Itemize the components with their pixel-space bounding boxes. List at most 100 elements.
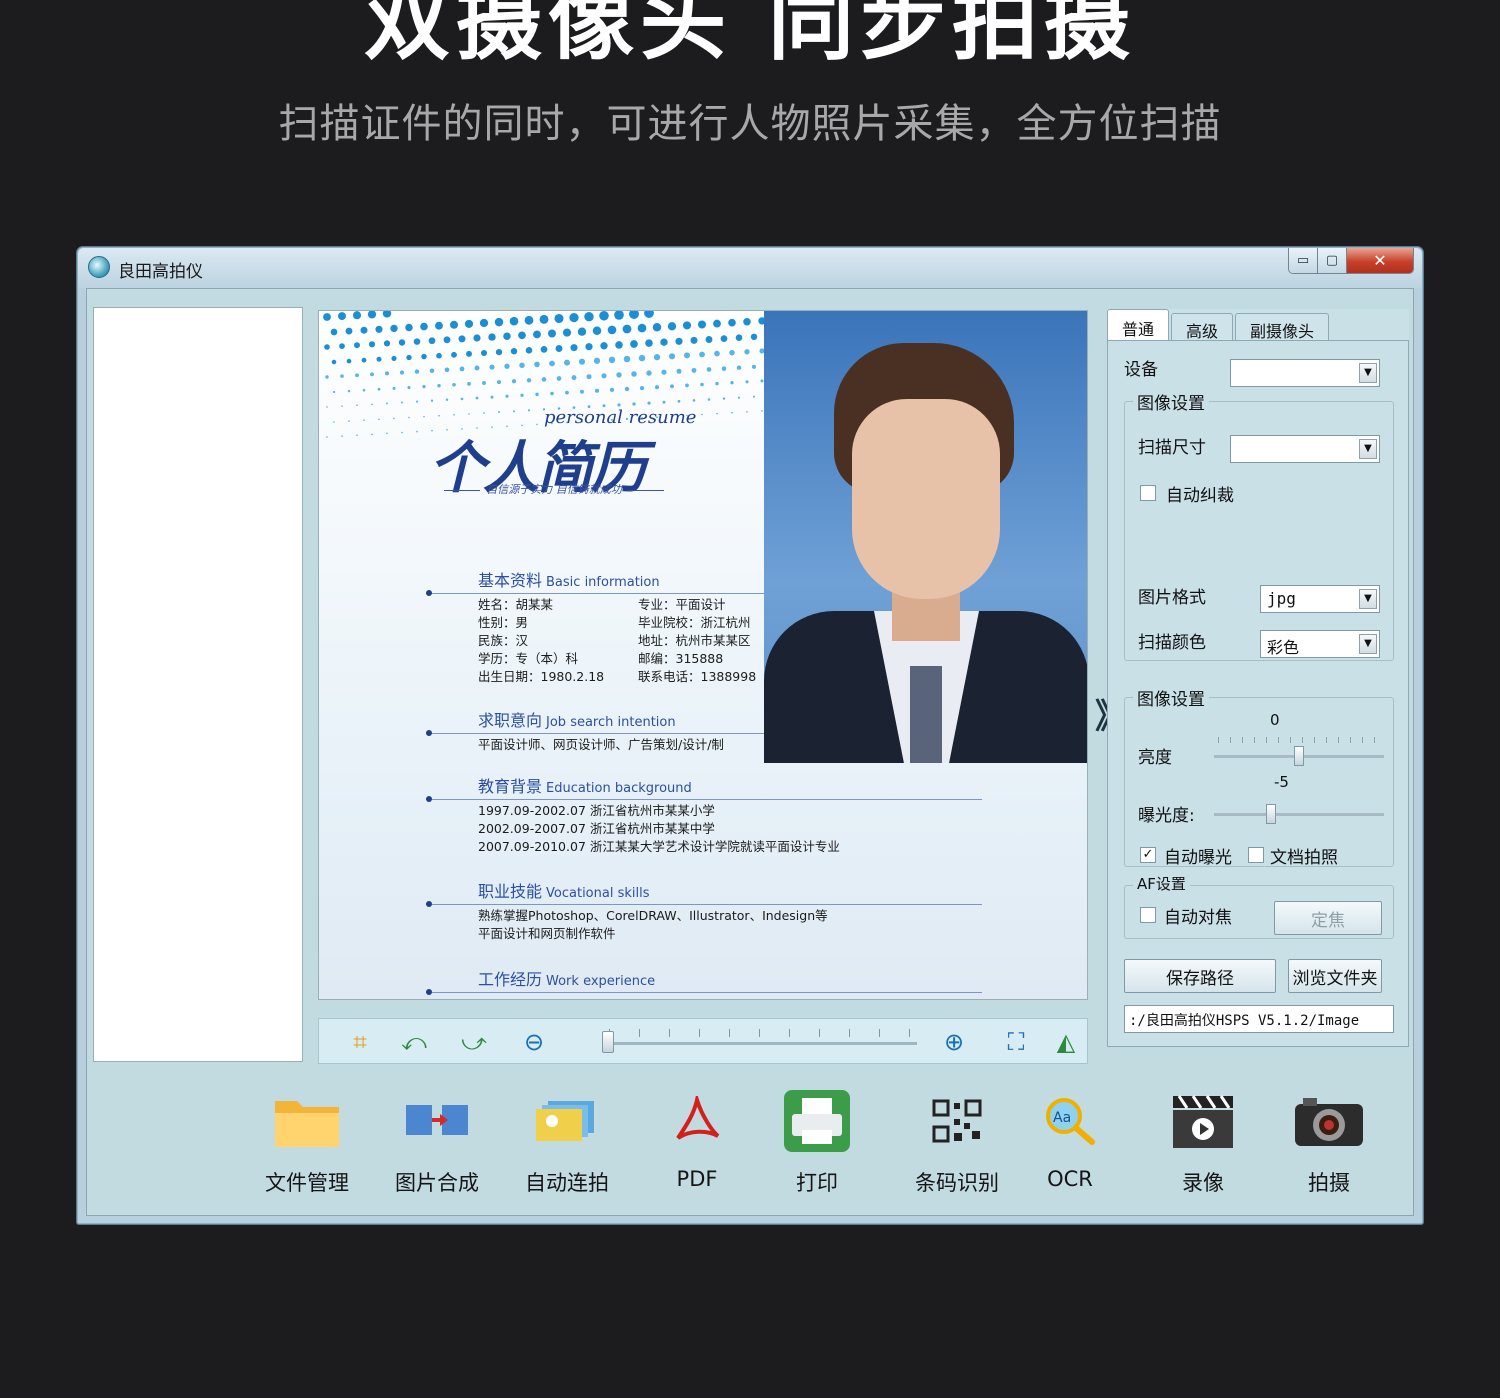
halftone-dot [326, 406, 328, 408]
section-heading-en: Vocational skills [546, 886, 650, 901]
halftone-dot [601, 373, 607, 379]
rotate-right-icon[interactable]: ⤻ [457, 1027, 491, 1057]
viewer-toolbar: ⌗ ⤺ ⤻ ⊖ ⊕ ⛶ ◭ [318, 1018, 1088, 1064]
banner-subline: 扫描证件的同时，可进行人物照片采集，全方位扫描 [278, 101, 1222, 147]
halftone-dot [761, 410, 763, 412]
zoom-slider-track[interactable] [607, 1042, 917, 1045]
group-title: AF设置 [1133, 873, 1190, 894]
zoom-in-icon[interactable]: ⊕ [937, 1027, 971, 1057]
halftone-dot [614, 311, 624, 320]
halftone-dot [600, 342, 608, 350]
halftone-dot [685, 383, 689, 388]
halftone-dot [363, 419, 365, 421]
doc-photo-checkbox[interactable] [1248, 847, 1264, 863]
auto-exposure-checkbox[interactable]: ✓ [1140, 847, 1156, 863]
fixed-focus-button[interactable]: 定焦 [1274, 901, 1382, 935]
halftone-dot [637, 323, 647, 333]
tool-capture[interactable]: 拍摄 [1269, 1089, 1389, 1197]
halftone-dot [480, 349, 488, 357]
halftone-dot [475, 396, 479, 400]
maximize-button[interactable]: ▢ [1318, 248, 1347, 273]
doc-photo-label: 文档拍照 [1270, 848, 1338, 868]
auto-focus-checkbox[interactable] [1140, 907, 1156, 923]
chevron-down-icon: ▼ [1359, 363, 1377, 383]
tool-file-manager[interactable]: 文件管理 [247, 1089, 367, 1197]
tool-video[interactable]: 录像 [1143, 1089, 1263, 1197]
halftone-dot [519, 362, 525, 369]
close-button[interactable]: ✕ [1347, 248, 1413, 273]
settings-tabs: 普通 高级 副摄像头 [1107, 309, 1330, 341]
halftone-dot [654, 385, 660, 390]
halftone-dot [324, 344, 330, 350]
section-heading-en: Basic information [546, 575, 660, 590]
halftone-dot [368, 341, 376, 348]
save-path-button[interactable]: 保存路径 [1124, 959, 1276, 993]
client-area: personal resume 个人简历 自信源于实力 自信铸就成功 基本资料 … [86, 288, 1414, 1216]
minimize-button[interactable]: ▭ [1289, 248, 1318, 273]
rotate-left-icon[interactable]: ⤺ [397, 1027, 431, 1057]
halftone-dot [453, 414, 455, 416]
halftone-dot [592, 326, 602, 336]
tool-image-merge[interactable]: 图片合成 [377, 1089, 497, 1197]
tab-normal[interactable]: 普通 [1107, 309, 1170, 341]
halftone-dot [458, 335, 466, 343]
ocr-icon: Aa [1034, 1089, 1106, 1153]
halftone-dot [452, 383, 456, 387]
halftone-dot [450, 320, 458, 329]
halftone-dot [731, 411, 733, 414]
zoom-out-icon[interactable]: ⊖ [517, 1027, 551, 1057]
video-icon [1167, 1089, 1239, 1153]
halftone-dot [371, 403, 373, 406]
halftone-dot [489, 364, 495, 370]
thumbnail-panel[interactable] [93, 307, 303, 1062]
halftone-dot [646, 370, 652, 376]
zoom-slider-thumb[interactable] [602, 1031, 614, 1053]
device-select[interactable]: ▼ [1230, 359, 1380, 387]
save-path-field[interactable]: :/良田高拍仪HSPS V5.1.2/Image [1124, 1005, 1394, 1033]
halftone-dot [345, 327, 353, 335]
halftone-dot [526, 378, 532, 383]
skill-line: 熟练掌握Photoshop、CorelDRAW、Illustrator、Inde… [478, 908, 828, 923]
halftone-dot [479, 318, 489, 328]
auto-crop-checkbox[interactable] [1140, 485, 1156, 501]
halftone-dot [416, 430, 418, 433]
exposure-slider-thumb[interactable] [1266, 804, 1276, 824]
color-select[interactable]: 彩色 ▼ [1260, 630, 1380, 658]
halftone-dot [639, 385, 645, 391]
halftone-dot [383, 340, 391, 347]
tab-advanced[interactable]: 高级 [1171, 313, 1234, 341]
tool-barcode[interactable]: 条码识别 [897, 1089, 1017, 1197]
folder-icon [271, 1089, 343, 1153]
browse-folder-button[interactable]: 浏览文件夹 [1288, 959, 1382, 993]
tool-print[interactable]: 打印 [757, 1089, 877, 1197]
crop-icon[interactable]: ⌗ [343, 1027, 377, 1057]
halftone-dot [578, 358, 586, 365]
halftone-dot [510, 347, 518, 355]
halftone-dot [580, 389, 584, 394]
tab-secondary-camera[interactable]: 副摄像头 [1235, 313, 1330, 341]
halftone-dot [624, 386, 630, 392]
halftone-dot [569, 312, 579, 323]
halftone-dot [393, 417, 395, 420]
scan-size-select[interactable]: ▼ [1230, 435, 1380, 463]
format-select[interactable]: jpg ▼ [1260, 585, 1380, 613]
tool-auto-burst[interactable]: 自动连拍 [507, 1089, 627, 1197]
halftone-dot [333, 421, 335, 423]
mirror-icon[interactable]: ◭ [1049, 1027, 1083, 1057]
halftone-dot [495, 348, 503, 356]
brightness-slider-thumb[interactable] [1294, 746, 1304, 766]
tool-pdf[interactable]: PDF [637, 1089, 757, 1191]
halftone-dot [682, 321, 692, 330]
halftone-dot [338, 312, 346, 321]
halftone-dot [509, 316, 519, 326]
tool-ocr[interactable]: Aa OCR [1010, 1089, 1130, 1191]
halftone-dot [339, 343, 345, 349]
title-bar[interactable]: 良田高拍仪 ▭ ▢ ✕ [78, 248, 1422, 288]
camera-preview[interactable]: personal resume 个人简历 自信源于实力 自信铸就成功 基本资料 … [318, 310, 1088, 1000]
exposure-slider-track[interactable] [1214, 813, 1384, 816]
fit-window-icon[interactable]: ⛶ [999, 1027, 1033, 1057]
exposure-value: -5 [1274, 773, 1289, 791]
halftone-dot [722, 397, 726, 400]
halftone-dot [607, 325, 617, 335]
halftone-dot [390, 324, 398, 333]
